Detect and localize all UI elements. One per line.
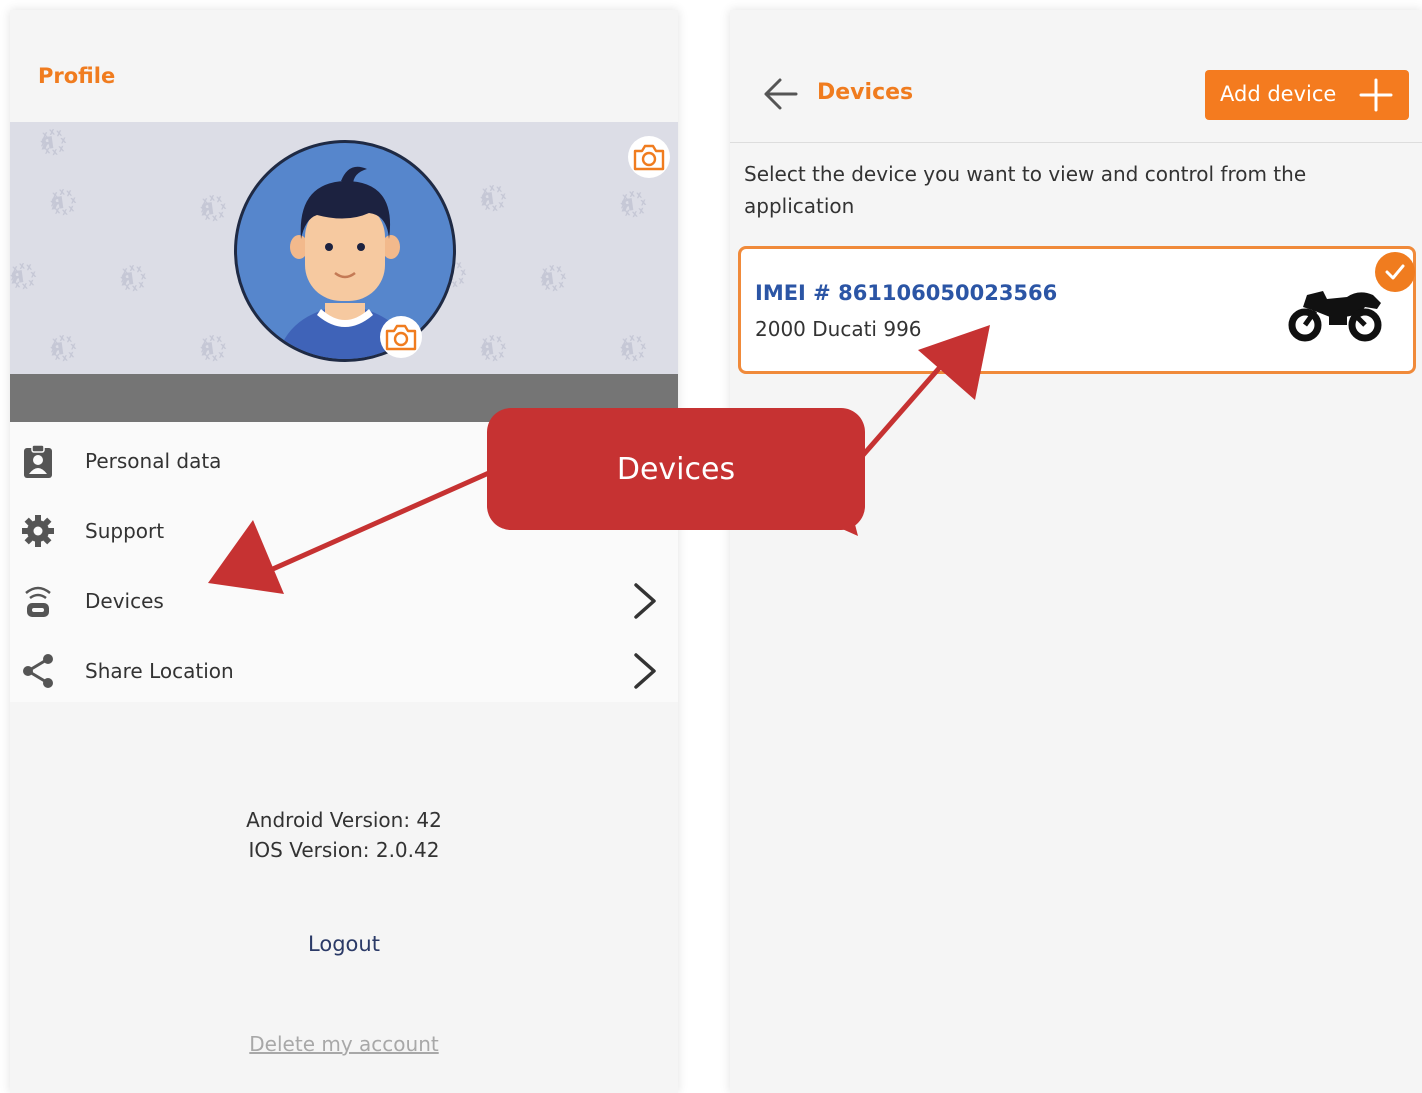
annotation-arrows: [208, 325, 990, 594]
annotation-callout: Devices: [487, 408, 865, 530]
